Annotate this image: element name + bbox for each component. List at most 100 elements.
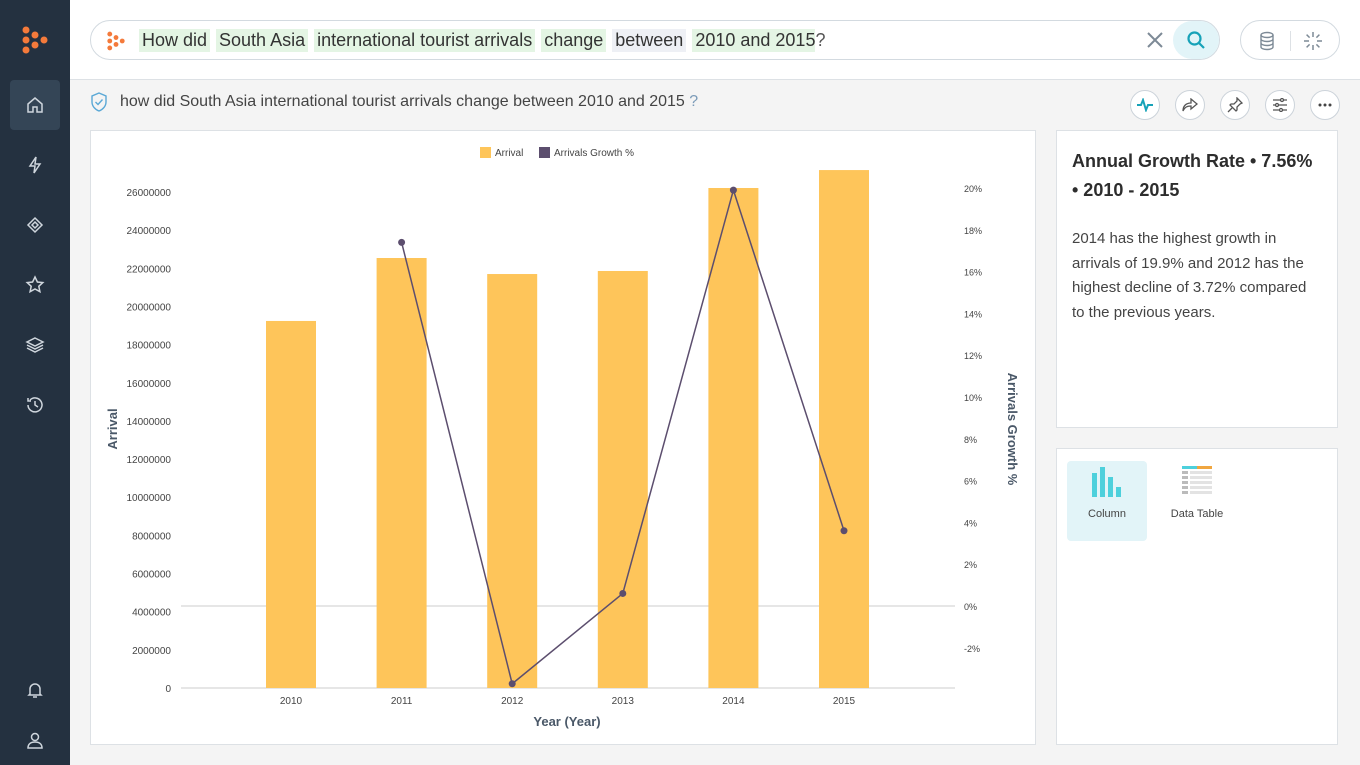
sidebar-item-layers[interactable] — [10, 320, 60, 370]
y-axis-title: Arrival — [105, 408, 120, 449]
pin-button[interactable] — [1220, 90, 1250, 120]
sidebar-item-home[interactable] — [10, 80, 60, 130]
settings-icon — [1273, 98, 1287, 112]
search-token[interactable]: between — [612, 28, 687, 52]
home-icon — [27, 97, 43, 113]
x-tick-label: 2014 — [722, 696, 745, 707]
data-table-icon — [1182, 466, 1212, 494]
y2-axis-title: Arrivals Growth % — [1005, 373, 1020, 486]
more-button[interactable] — [1310, 90, 1340, 120]
legend-swatch-growth — [539, 147, 550, 158]
sidebar-item-notifications[interactable] — [10, 665, 60, 715]
search-token[interactable]: How did — [139, 28, 211, 52]
growth-point-2014 — [729, 186, 737, 194]
legend-label: Arrivals Growth % — [554, 148, 634, 159]
user-icon — [27, 732, 43, 749]
y-tick-label: 4000000 — [132, 608, 171, 619]
x-axis-title: Year (Year) — [533, 714, 600, 729]
database-icon[interactable] — [1257, 31, 1277, 51]
y-tick-label: 2000000 — [132, 646, 171, 657]
share-icon — [1182, 98, 1198, 112]
y2-tick-label: 10% — [964, 393, 982, 403]
x-tick-label: 2015 — [833, 696, 856, 707]
bolt-icon — [28, 156, 42, 174]
star-icon — [25, 275, 45, 294]
search-icon — [1187, 31, 1205, 49]
y-tick-label: 14000000 — [127, 417, 172, 428]
y-tick-label: 24000000 — [127, 226, 172, 237]
y2-tick-label: 16% — [964, 268, 982, 278]
history-icon — [27, 397, 43, 413]
y2-tick-label: 6% — [964, 477, 977, 487]
viz-type-label: Data Table — [1170, 508, 1224, 520]
search-token[interactable]: South Asia — [216, 28, 309, 52]
y2-tick-label: 8% — [964, 435, 977, 445]
growth-point-2012 — [508, 680, 516, 688]
logo-icon — [107, 31, 125, 51]
search-button[interactable] — [1173, 21, 1219, 59]
shield-check-icon — [91, 92, 107, 112]
y2-tick-label: 0% — [964, 602, 977, 612]
diamond-icon — [26, 216, 44, 234]
sidebar-item-bolt[interactable] — [10, 140, 60, 190]
viz-type-panel: Column Data Table — [1056, 448, 1338, 745]
sidebar — [0, 0, 70, 765]
column-chart-icon — [1092, 467, 1121, 497]
bar-2014 — [708, 187, 759, 689]
pin-icon — [1227, 97, 1243, 113]
y2-tick-label: -2% — [964, 644, 980, 654]
y-tick-label: 10000000 — [127, 493, 172, 504]
insight-title: Annual Growth Rate • 7.56% • 2010 - 2015 — [1072, 151, 1313, 200]
search-suffix: ? — [815, 29, 826, 50]
pulse-button[interactable] — [1130, 90, 1160, 120]
bar-2011 — [376, 258, 427, 688]
settings-button[interactable] — [1265, 90, 1295, 120]
y-tick-label: 20000000 — [127, 302, 172, 313]
x-tick-label: 2012 — [501, 696, 524, 707]
sidebar-item-diamond[interactable] — [10, 200, 60, 250]
x-tick-label: 2011 — [391, 696, 413, 707]
sidebar-item-star[interactable] — [10, 260, 60, 310]
legend-label: Arrival — [495, 148, 523, 159]
y2-tick-label: 4% — [964, 518, 977, 528]
y-tick-label: 22000000 — [127, 264, 172, 275]
bar-2012 — [487, 274, 538, 688]
y2-tick-label: 14% — [964, 309, 982, 319]
growth-point-2011 — [398, 238, 406, 246]
growth-point-2013 — [619, 589, 627, 597]
legend-swatch-arrival — [480, 147, 491, 158]
logo-icon — [22, 26, 48, 54]
y-tick-label: 8000000 — [132, 531, 171, 542]
pulse-icon — [1137, 98, 1153, 112]
x-tick-label: 2010 — [280, 696, 303, 707]
viz-type-column[interactable]: Column — [1067, 461, 1147, 541]
y-tick-label: 0 — [165, 684, 171, 695]
layers-icon — [25, 337, 45, 353]
search-token[interactable]: international tourist arrivals — [314, 28, 536, 52]
divider — [1290, 31, 1291, 51]
query-suffix: ? — [689, 93, 699, 110]
y2-tick-label: 12% — [964, 351, 982, 361]
close-icon[interactable] — [1145, 30, 1165, 50]
y-tick-label: 26000000 — [127, 188, 172, 199]
y-tick-label: 6000000 — [132, 570, 171, 581]
y-tick-label: 18000000 — [127, 341, 172, 352]
y2-tick-label: 18% — [964, 226, 982, 236]
y2-tick-label: 2% — [964, 560, 977, 570]
sidebar-item-profile[interactable] — [10, 715, 60, 765]
search-token[interactable]: 2010 and 2015 — [692, 28, 816, 52]
query-line: how did South Asia international tourist… — [90, 92, 698, 112]
sidebar-item-history[interactable] — [10, 380, 60, 430]
bell-icon — [27, 683, 43, 698]
data-tools — [1240, 20, 1340, 60]
search-input[interactable]: How did South Asia international tourist… — [90, 20, 1220, 60]
viz-type-label: Column — [1088, 508, 1126, 520]
insight-card: Annual Growth Rate • 7.56% • 2010 - 2015… — [1056, 130, 1338, 428]
share-button[interactable] — [1175, 90, 1205, 120]
sparkle-icon[interactable] — [1303, 31, 1323, 51]
combo-chart: Arrival Arrivals Growth % 0 2000000 4000000 6… — [105, 147, 1020, 729]
chart-card: Arrival Arrivals Growth % 0 2000000 4000000 6… — [90, 130, 1036, 745]
search-token[interactable]: change — [541, 28, 607, 52]
insight-text: 2014 has the highest growth in arrivals … — [1072, 230, 1307, 321]
viz-type-data-table[interactable]: Data Table — [1157, 461, 1237, 541]
